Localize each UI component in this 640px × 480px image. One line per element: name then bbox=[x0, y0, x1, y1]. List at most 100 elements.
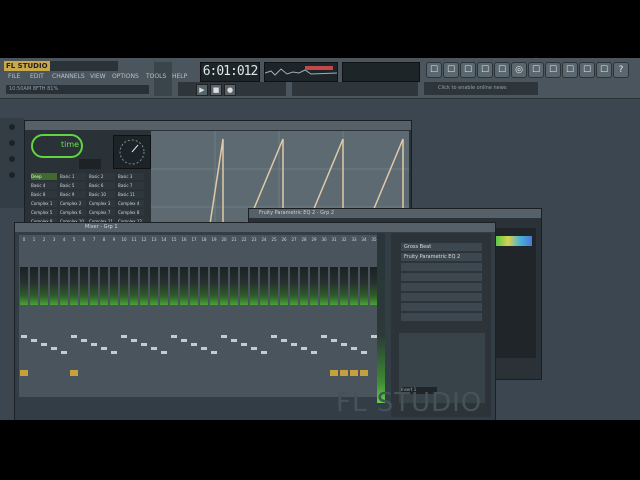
mod-dial[interactable] bbox=[113, 135, 151, 169]
song-title-field[interactable] bbox=[50, 61, 118, 71]
preset-item[interactable]: Complex 4 bbox=[118, 200, 144, 207]
track-fader[interactable] bbox=[221, 335, 227, 338]
online-news-bar[interactable]: Click to enable online news bbox=[424, 82, 538, 95]
toolbar-icon[interactable]: ☐ bbox=[443, 62, 459, 78]
insert-slot[interactable] bbox=[401, 263, 482, 271]
track-fader[interactable] bbox=[261, 351, 267, 354]
preset-item[interactable]: Complex 2 bbox=[60, 200, 86, 207]
toolbar-icon[interactable]: ☐ bbox=[426, 62, 442, 78]
preset-box[interactable] bbox=[79, 159, 101, 169]
preset-item[interactable]: Basic 7 bbox=[118, 182, 144, 189]
track-route-icon[interactable] bbox=[340, 370, 348, 376]
knob-icon[interactable] bbox=[9, 140, 15, 146]
preset-item[interactable]: Basic 8 bbox=[31, 191, 57, 198]
track-fader[interactable] bbox=[141, 343, 147, 346]
preset-item[interactable]: Complex 6 bbox=[60, 209, 86, 216]
track-fader[interactable] bbox=[21, 335, 27, 338]
track-fader[interactable] bbox=[191, 343, 197, 346]
track-fader[interactable] bbox=[101, 347, 107, 350]
track-fader[interactable] bbox=[41, 343, 47, 346]
knob-icon[interactable] bbox=[9, 172, 15, 178]
play-icon[interactable]: ▶ bbox=[196, 84, 208, 96]
toolbar-icon[interactable]: ☐ bbox=[596, 62, 612, 78]
track-fader[interactable] bbox=[251, 347, 257, 350]
preset-item[interactable]: Basic 5 bbox=[60, 182, 86, 189]
track-route-icon[interactable] bbox=[70, 370, 78, 376]
preset-item[interactable]: Deep bbox=[31, 173, 57, 180]
track-fader[interactable] bbox=[201, 347, 207, 350]
track-fader[interactable] bbox=[91, 343, 97, 346]
insert-slot[interactable] bbox=[401, 303, 482, 311]
preset-item[interactable]: Complex 7 bbox=[89, 209, 115, 216]
song-time-display[interactable]: 6:01:012 bbox=[200, 62, 260, 82]
record-icon[interactable]: ● bbox=[224, 84, 236, 96]
menu-file[interactable]: FILE bbox=[8, 73, 20, 80]
menu-edit[interactable]: EDIT bbox=[30, 73, 44, 80]
stop-icon[interactable]: ■ bbox=[210, 84, 222, 96]
toolbar-icon[interactable]: ☐ bbox=[528, 62, 544, 78]
toolbar-icon[interactable]: ☐ bbox=[545, 62, 561, 78]
preset-item[interactable]: Complex 8 bbox=[118, 209, 144, 216]
preset-item[interactable]: Basic 10 bbox=[89, 191, 115, 198]
menu-help[interactable]: HELP bbox=[172, 73, 187, 80]
track-fader[interactable] bbox=[151, 347, 157, 350]
preset-item[interactable]: Complex 1 bbox=[31, 200, 57, 207]
menu-tools[interactable]: TOOLS bbox=[146, 73, 166, 80]
menu-options[interactable]: OPTIONS bbox=[112, 73, 139, 80]
plugin-title-bar[interactable] bbox=[25, 121, 411, 130]
track-fader[interactable] bbox=[181, 339, 187, 342]
toolbar-icon[interactable]: ◎ bbox=[511, 62, 527, 78]
toolbar-icon[interactable]: ☐ bbox=[562, 62, 578, 78]
insert-slot[interactable] bbox=[401, 293, 482, 301]
preset-item[interactable]: Basic 11 bbox=[118, 191, 144, 198]
knob-icon[interactable] bbox=[9, 156, 15, 162]
track-route-icon[interactable] bbox=[360, 370, 368, 376]
preset-item[interactable]: Complex 5 bbox=[31, 209, 57, 216]
band-color-icons[interactable] bbox=[496, 236, 532, 246]
track-fader[interactable] bbox=[311, 351, 317, 354]
track-fader[interactable] bbox=[171, 335, 177, 338]
track-fader[interactable] bbox=[241, 343, 247, 346]
pattern-selector[interactable] bbox=[292, 82, 418, 96]
track-route-icon[interactable] bbox=[20, 370, 28, 376]
track-fader[interactable] bbox=[51, 347, 57, 350]
track-fader[interactable] bbox=[321, 335, 327, 338]
track-fader[interactable] bbox=[121, 335, 127, 338]
track-fader[interactable] bbox=[351, 347, 357, 350]
preset-item[interactable]: Complex 3 bbox=[89, 200, 115, 207]
menu-channels[interactable]: CHANNELS bbox=[52, 73, 85, 80]
insert-slot[interactable] bbox=[401, 283, 482, 291]
track-fader[interactable] bbox=[281, 339, 287, 342]
preset-item[interactable]: Basic 2 bbox=[89, 173, 115, 180]
track-fader[interactable] bbox=[111, 351, 117, 354]
preset-item[interactable]: Basic 1 bbox=[60, 173, 86, 180]
track-fader[interactable] bbox=[291, 343, 297, 346]
insert-slot[interactable]: Gross Beat bbox=[401, 243, 482, 251]
track-fader[interactable] bbox=[211, 351, 217, 354]
insert-slot[interactable] bbox=[401, 313, 482, 321]
track-fader[interactable] bbox=[331, 339, 337, 342]
knob-icon[interactable] bbox=[9, 124, 15, 130]
track-fader[interactable] bbox=[301, 347, 307, 350]
preset-item[interactable]: Basic 9 bbox=[60, 191, 86, 198]
fx-title-bar[interactable]: Fruity Parametric EQ 2 - Grp 2 bbox=[249, 209, 541, 218]
track-fader[interactable] bbox=[71, 335, 77, 338]
preset-item[interactable]: Basic 3 bbox=[118, 173, 144, 180]
track-route-icon[interactable] bbox=[350, 370, 358, 376]
toolbar-icon[interactable]: ☐ bbox=[494, 62, 510, 78]
track-fader[interactable] bbox=[231, 339, 237, 342]
insert-slot[interactable] bbox=[401, 273, 482, 281]
track-fader[interactable] bbox=[341, 343, 347, 346]
track-fader[interactable] bbox=[131, 339, 137, 342]
toolbar-icon[interactable]: ☐ bbox=[460, 62, 476, 78]
track-fader[interactable] bbox=[161, 351, 167, 354]
track-fader[interactable] bbox=[81, 339, 87, 342]
track-fader[interactable] bbox=[61, 351, 67, 354]
insert-slot[interactable]: Fruity Parametric EQ 2 bbox=[401, 253, 482, 261]
mixer-title-bar[interactable]: Mixer - Grp 1 bbox=[15, 223, 495, 232]
toolbar-icon[interactable]: ? bbox=[613, 62, 629, 78]
track-fader[interactable] bbox=[361, 351, 367, 354]
menu-view[interactable]: VIEW bbox=[90, 73, 106, 80]
track-route-icon[interactable] bbox=[330, 370, 338, 376]
preset-item[interactable]: Basic 6 bbox=[89, 182, 115, 189]
